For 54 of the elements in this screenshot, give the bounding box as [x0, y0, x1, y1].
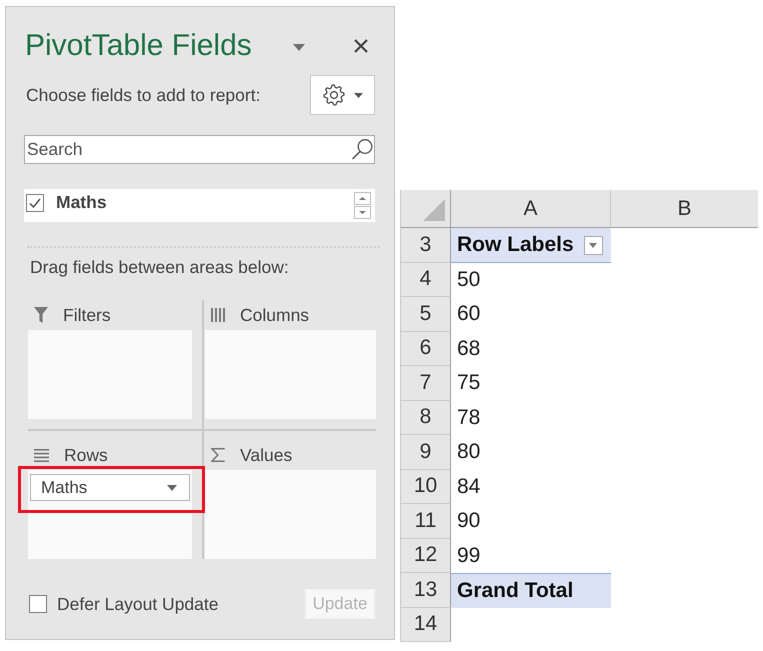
prompt-text: Choose fields to add to report: [25, 84, 262, 106]
settings-icon [322, 84, 344, 106]
row-header[interactable]: 11 [401, 504, 451, 538]
column-header[interactable]: B [611, 190, 758, 228]
filter-icon [34, 307, 48, 323]
table-cell-text: 50 [456, 266, 482, 293]
row-header[interactable]: 14 [401, 608, 451, 642]
table-cell: Grand Total [451, 573, 611, 608]
search-icon [351, 138, 373, 160]
search-field[interactable]: Search [24, 135, 375, 164]
hint-text: Drag fields between areas below: [29, 257, 290, 277]
pane-title: PivotTable Fields [25, 29, 253, 63]
cell-text: Row Labels [457, 232, 574, 257]
settings-button[interactable] [310, 75, 375, 115]
caret-icon[interactable] [293, 44, 305, 50]
table-cell-text: 80 [456, 439, 482, 466]
field-chip[interactable]: Maths [30, 474, 190, 501]
scroll-up-icon[interactable] [354, 192, 371, 205]
row-header[interactable]: 9 [401, 435, 451, 470]
area-label: Columns [240, 304, 310, 326]
field-label[interactable]: Maths [56, 192, 107, 213]
table-cell-text: 78 [456, 404, 482, 431]
row-header[interactable]: 4 [401, 262, 451, 297]
row-header[interactable]: 5 [401, 297, 451, 332]
filter-button[interactable] [584, 236, 603, 256]
column-header[interactable]: A [451, 190, 611, 228]
table-cell-text: 75 [456, 370, 482, 396]
row-header[interactable]: 7 [401, 366, 451, 400]
table-cell-text: 99 [456, 542, 482, 569]
caret-icon [589, 243, 598, 248]
caret-icon [354, 92, 362, 98]
row-header[interactable]: 13 [401, 573, 451, 608]
area-label: Values [240, 444, 292, 466]
table-cell-text: 84 [456, 474, 482, 500]
row-header[interactable]: 3 [401, 228, 451, 262]
area-label: Rows [64, 444, 108, 466]
table-cell-text: 90 [456, 508, 482, 534]
sigma-icon [211, 448, 225, 462]
checkbox[interactable] [29, 595, 47, 613]
close-icon[interactable] [354, 39, 368, 53]
checkbox-label[interactable]: Defer Layout Update [57, 594, 218, 614]
rows-icon [34, 448, 49, 462]
row-header[interactable]: 10 [401, 470, 451, 504]
triangle-icon [423, 199, 445, 221]
area-label: Filters [63, 304, 111, 326]
table-cell-text: 68 [456, 336, 482, 362]
columns-icon [211, 308, 225, 322]
caret-icon [167, 484, 177, 490]
row-header[interactable]: 12 [401, 538, 451, 573]
row-header[interactable]: 8 [401, 400, 451, 435]
row-header[interactable]: 6 [401, 332, 451, 366]
scroll-down-icon[interactable] [354, 206, 371, 219]
checkbox[interactable] [26, 194, 44, 212]
table-cell-text: 60 [456, 301, 482, 328]
